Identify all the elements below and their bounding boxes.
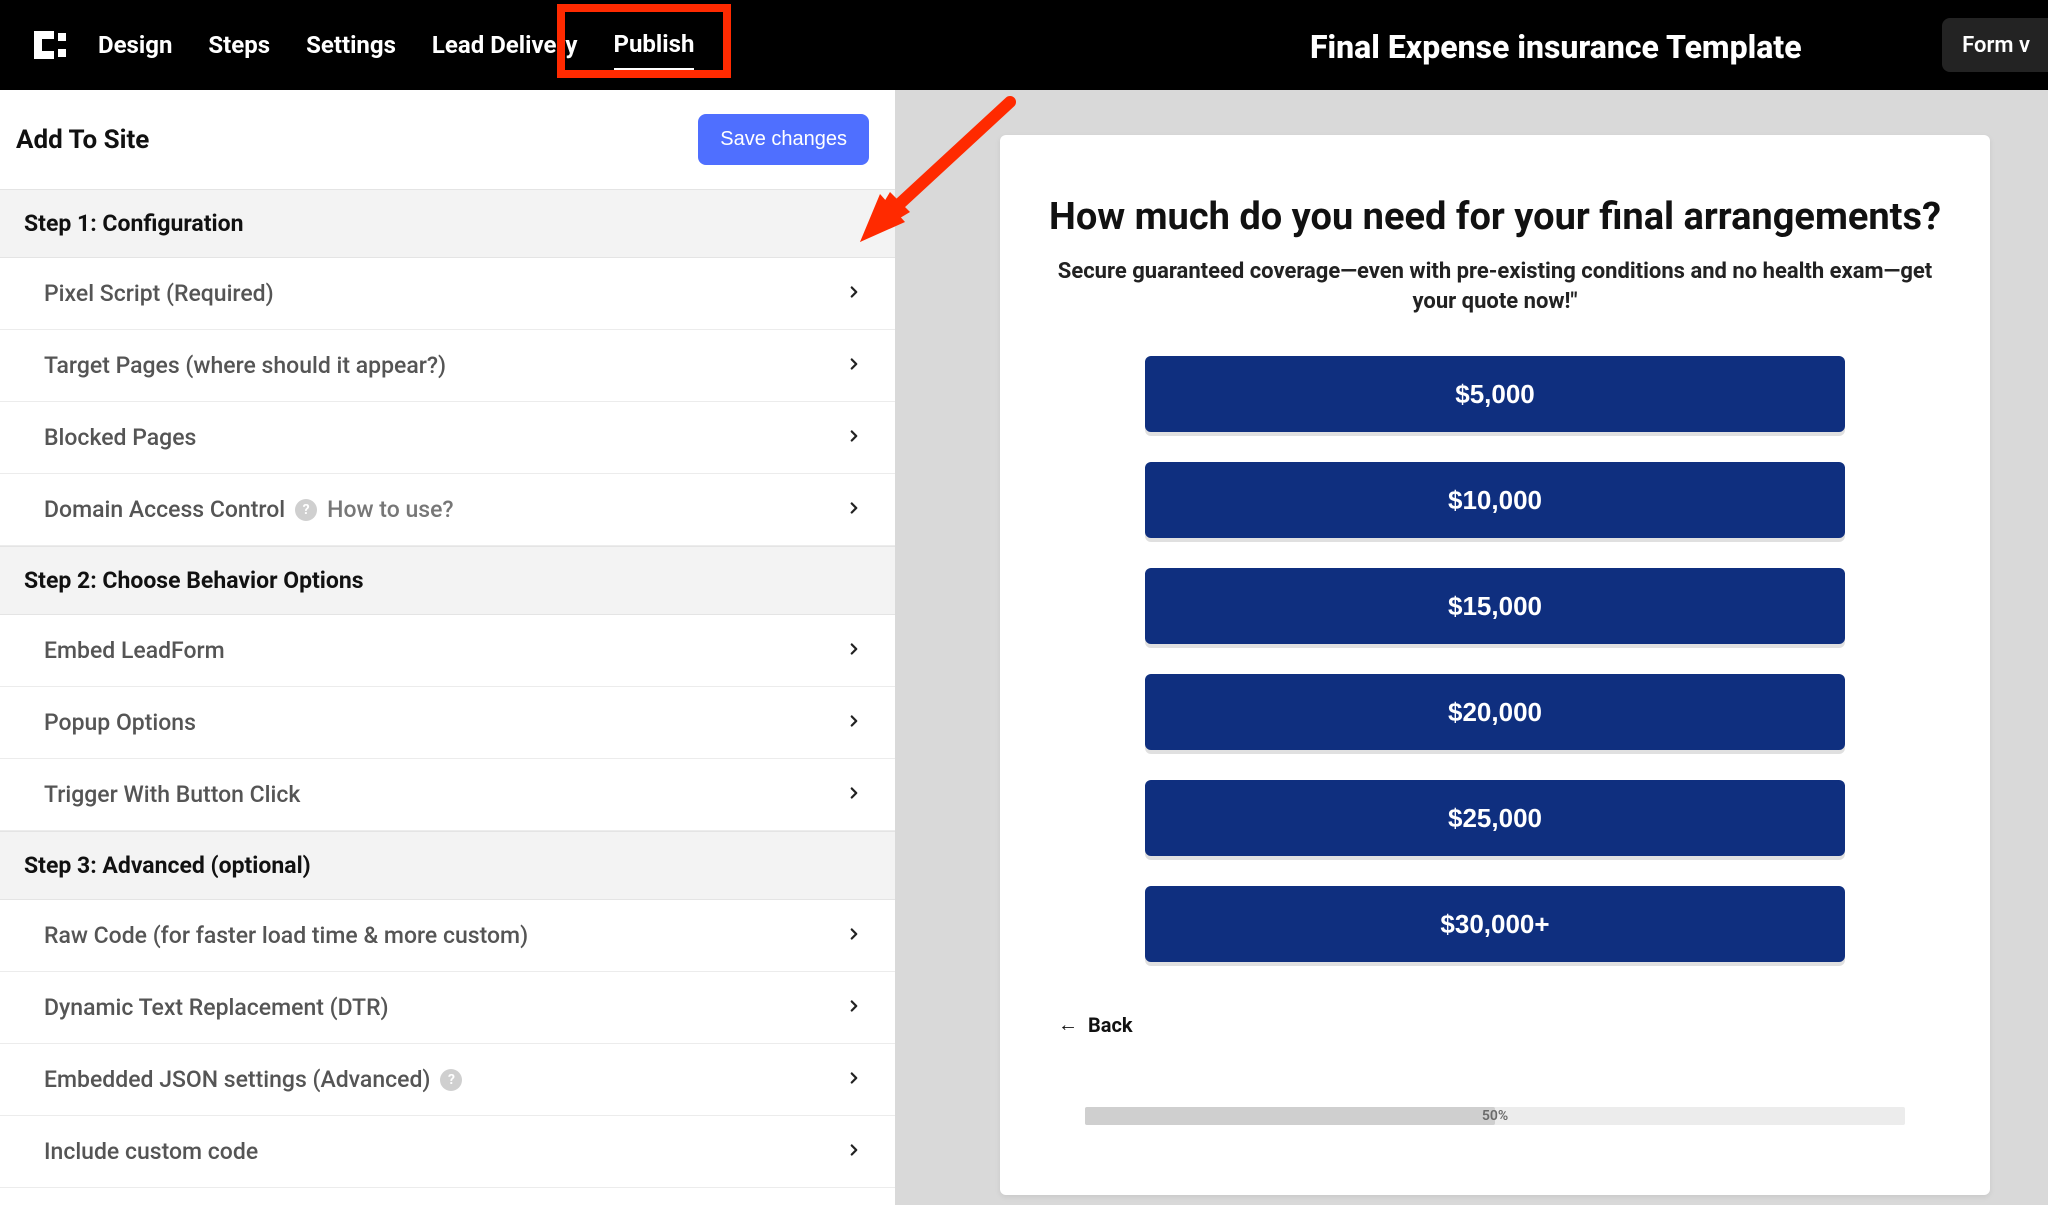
coverage-option-button[interactable]: $15,000 (1145, 568, 1845, 644)
sidebar-header: Add To Site Save changes (0, 90, 895, 189)
progress-fill (1085, 1107, 1495, 1125)
progress-bar: 50% (1085, 1107, 1905, 1125)
accordion-label: Popup Options (44, 709, 196, 736)
chevron-right-icon (845, 1069, 863, 1091)
accordion-label: Embedded JSON settings (Advanced)? (44, 1066, 462, 1093)
info-icon: ? (295, 499, 317, 521)
coverage-option-button[interactable]: $30,000+ (1145, 886, 1845, 962)
accordion-label: Domain Access Control?How to use? (44, 496, 454, 523)
chevron-right-icon (845, 427, 863, 449)
accordion-label: Embed LeadForm (44, 637, 225, 664)
accordion-row[interactable]: Raw Code (for faster load time & more cu… (0, 900, 895, 972)
accordion-label: Blocked Pages (44, 424, 196, 451)
app-title: Final Expense insurance Template (1310, 28, 1802, 66)
options-list: $5,000 $10,000 $15,000 $20,000 $25,000 $30,00… (1145, 356, 1845, 962)
nav-tab-steps[interactable]: Steps (208, 21, 270, 69)
coverage-option-button[interactable]: $10,000 (1145, 462, 1845, 538)
progress-label: 50% (1482, 1108, 1508, 1124)
question-title: How much do you need for your final arra… (1049, 195, 1941, 239)
save-changes-button[interactable]: Save changes (698, 114, 869, 165)
accordion-label: Include custom code (44, 1138, 258, 1165)
accordion-row[interactable]: Include custom code (0, 1116, 895, 1188)
accordion-label: Raw Code (for faster load time & more cu… (44, 922, 528, 949)
chevron-right-icon (845, 640, 863, 662)
sidebar-title: Add To Site (16, 125, 149, 155)
nav-tab-settings[interactable]: Settings (306, 21, 396, 69)
step-header: Step 3: Advanced (optional) (0, 831, 895, 900)
back-button[interactable]: ← Back (1058, 1012, 1133, 1037)
chevron-right-icon (845, 997, 863, 1019)
nav-items: Design Steps Settings Lead Delivery Publish (98, 20, 730, 71)
accordion-row[interactable]: Embed LeadForm (0, 615, 895, 687)
accordion-label: Trigger With Button Click (44, 781, 300, 808)
accordion-label: Pixel Script (Required) (44, 280, 274, 307)
form-preview-card: How much do you need for your final arra… (1000, 135, 1990, 1195)
arrow-left-icon: ← (1058, 1012, 1078, 1037)
accordion-label: Dynamic Text Replacement (DTR) (44, 994, 389, 1021)
chevron-right-icon (845, 712, 863, 734)
top-nav-bar: DesignStepsSettingsLead DeliveryPublish … (0, 0, 2048, 90)
question-subtitle: Secure guaranteed coverage—even with pre… (1045, 257, 1945, 316)
chevron-right-icon (845, 925, 863, 947)
form-view-button[interactable]: Form v (1942, 18, 2048, 72)
publish-sidebar: Add To Site Save changes Step 1: Configu… (0, 90, 895, 1205)
accordion-row[interactable]: Domain Access Control?How to use? (0, 474, 895, 546)
step-header: Step 1: Configuration (0, 189, 895, 258)
accordion-row[interactable]: Target Pages (where should it appear?) (0, 330, 895, 402)
back-label: Back (1088, 1013, 1133, 1037)
chevron-right-icon (845, 283, 863, 305)
step-header: Step 2: Choose Behavior Options (0, 546, 895, 615)
accordion-row[interactable]: Popup Options (0, 687, 895, 759)
accordion-row[interactable]: Dynamic Text Replacement (DTR) (0, 972, 895, 1044)
preview-area: How much do you need for your final arra… (895, 90, 2048, 1205)
nav-tab-design[interactable]: Design (98, 21, 172, 69)
accordion-row[interactable]: Trigger With Button Click (0, 759, 895, 831)
app-logo (28, 25, 68, 65)
chevron-right-icon (845, 355, 863, 377)
nav-tab-lead-delivery[interactable]: Lead Delivery (432, 21, 578, 69)
coverage-option-button[interactable]: $25,000 (1145, 780, 1845, 856)
nav-tab-publish[interactable]: Publish (614, 20, 695, 71)
accordion-row[interactable]: Embedded JSON settings (Advanced)? (0, 1044, 895, 1116)
accordion-label: Target Pages (where should it appear?) (44, 352, 446, 379)
chevron-right-icon (845, 1141, 863, 1163)
chevron-right-icon (845, 499, 863, 521)
hint-text: How to use? (327, 496, 453, 523)
accordion-row[interactable]: Blocked Pages (0, 402, 895, 474)
coverage-option-button[interactable]: $20,000 (1145, 674, 1845, 750)
accordion-row[interactable]: Pixel Script (Required) (0, 258, 895, 330)
info-icon: ? (440, 1069, 462, 1091)
coverage-option-button[interactable]: $5,000 (1145, 356, 1845, 432)
chevron-right-icon (845, 784, 863, 806)
